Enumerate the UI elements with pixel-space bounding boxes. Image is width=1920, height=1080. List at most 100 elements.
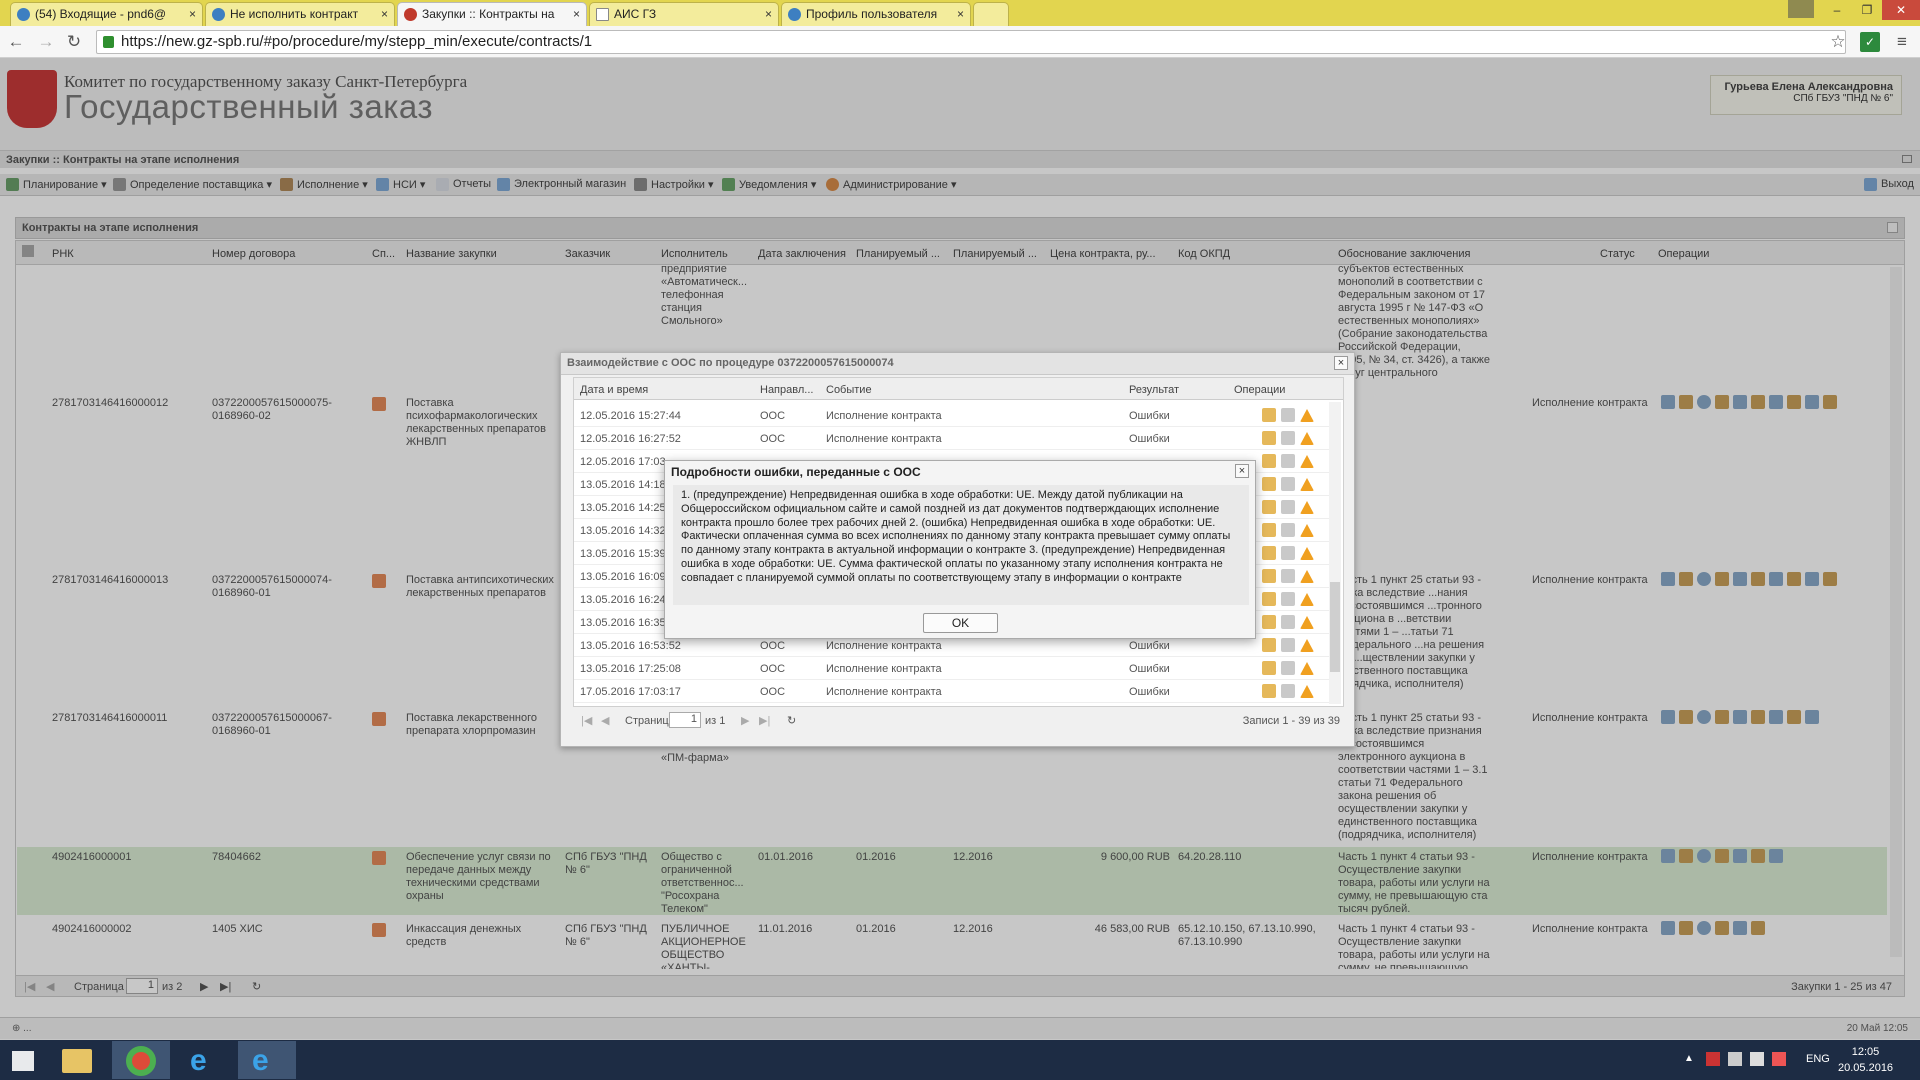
row-operations[interactable] [1262, 477, 1319, 494]
document-icon[interactable] [1281, 546, 1295, 560]
last-page-icon[interactable]: ▶| [759, 714, 770, 727]
flag-icon[interactable] [1706, 1052, 1720, 1066]
warning-icon[interactable] [1300, 478, 1314, 491]
table-row[interactable]: 12.05.2016 15:27:44 ООС Исполнение контрак… [574, 404, 1329, 427]
document-icon[interactable] [1281, 523, 1295, 537]
close-icon[interactable]: × [189, 7, 196, 21]
warning-icon[interactable] [1300, 593, 1314, 606]
ie-app[interactable]: e [176, 1041, 234, 1079]
close-icon[interactable]: × [1334, 356, 1348, 370]
package-icon[interactable] [1262, 523, 1276, 537]
warning-icon[interactable] [1300, 616, 1314, 629]
next-page-icon[interactable]: ▶ [741, 714, 749, 727]
row-operations[interactable] [1262, 569, 1319, 586]
document-icon[interactable] [1281, 684, 1295, 698]
col-operations[interactable]: Операции [1234, 384, 1285, 396]
warning-icon[interactable] [1300, 685, 1314, 698]
row-operations[interactable] [1262, 684, 1319, 701]
browser-tab-active[interactable]: Закупки :: Контракты на × [397, 2, 587, 26]
warning-icon[interactable] [1300, 639, 1314, 652]
row-operations[interactable] [1262, 546, 1319, 563]
signal-icon[interactable] [1750, 1052, 1764, 1066]
first-page-icon[interactable]: |◀ [581, 714, 592, 727]
row-operations[interactable] [1262, 523, 1319, 540]
warning-icon[interactable] [1300, 524, 1314, 537]
package-icon[interactable] [1262, 500, 1276, 514]
ie-app[interactable]: e [238, 1041, 296, 1079]
package-icon[interactable] [1262, 661, 1276, 675]
explorer-app[interactable] [48, 1041, 106, 1079]
col-datetime[interactable]: Дата и время [580, 384, 648, 396]
close-icon[interactable]: × [765, 7, 772, 21]
profile-icon[interactable] [1788, 0, 1814, 18]
close-window-button[interactable]: ✕ [1882, 0, 1920, 20]
warning-icon[interactable] [1300, 432, 1314, 445]
browser-tab[interactable]: Профиль пользователя × [781, 2, 971, 26]
col-result[interactable]: Результат [1129, 384, 1179, 396]
warning-icon[interactable] [1300, 547, 1314, 560]
forward-icon[interactable]: → [36, 32, 56, 52]
close-icon[interactable]: × [1235, 464, 1249, 478]
warning-icon[interactable] [1300, 455, 1314, 468]
package-icon[interactable] [1262, 546, 1276, 560]
package-icon[interactable] [1262, 592, 1276, 606]
ok-button[interactable]: OK [923, 613, 998, 633]
page-input[interactable]: 1 [669, 712, 701, 728]
dialog-scrollbar[interactable] [1329, 402, 1341, 704]
bookmark-star-icon[interactable]: ☆ [1828, 32, 1848, 52]
close-icon[interactable]: × [381, 7, 388, 21]
document-icon[interactable] [1281, 638, 1295, 652]
document-icon[interactable] [1281, 408, 1295, 422]
row-operations[interactable] [1262, 431, 1319, 448]
document-icon[interactable] [1281, 592, 1295, 606]
refresh-icon[interactable]: ↻ [787, 714, 796, 727]
col-direction[interactable]: Направл... [760, 384, 813, 396]
package-icon[interactable] [1262, 431, 1276, 445]
document-icon[interactable] [1281, 661, 1295, 675]
restore-button[interactable]: ❐ [1852, 0, 1882, 20]
extension-icon[interactable]: ✓ [1860, 32, 1880, 52]
reload-icon[interactable]: ↻ [64, 32, 84, 52]
row-operations[interactable] [1262, 615, 1319, 632]
prev-page-icon[interactable]: ◀ [601, 714, 609, 727]
document-icon[interactable] [1281, 500, 1295, 514]
document-icon[interactable] [1281, 454, 1295, 468]
document-icon[interactable] [1281, 615, 1295, 629]
minimize-button[interactable]: – [1822, 0, 1852, 20]
warning-icon[interactable] [1300, 570, 1314, 583]
row-operations[interactable] [1262, 592, 1319, 609]
row-operations[interactable] [1262, 454, 1319, 471]
package-icon[interactable] [1262, 569, 1276, 583]
row-operations[interactable] [1262, 408, 1319, 425]
document-icon[interactable] [1281, 477, 1295, 491]
package-icon[interactable] [1262, 408, 1276, 422]
row-operations[interactable] [1262, 638, 1319, 655]
chrome-app[interactable] [112, 1041, 170, 1079]
language-indicator[interactable]: ENG [1806, 1053, 1830, 1065]
back-icon[interactable]: ← [6, 32, 26, 52]
close-icon[interactable]: × [957, 7, 964, 21]
package-icon[interactable] [1262, 638, 1276, 652]
network-icon[interactable] [1728, 1052, 1742, 1066]
tray-arrow-icon[interactable]: ▲ [1684, 1053, 1694, 1064]
warning-icon[interactable] [1300, 409, 1314, 422]
table-row[interactable]: 13.05.2016 17:25:08 ООС Исполнение контрак… [574, 657, 1329, 680]
browser-tab[interactable]: (54) Входящие - pnd6@ × [10, 2, 203, 26]
browser-tab[interactable]: Не исполнить контракт × [205, 2, 395, 26]
warning-icon[interactable] [1300, 501, 1314, 514]
col-event[interactable]: Событие [826, 384, 872, 396]
document-icon[interactable] [1281, 569, 1295, 583]
new-tab-button[interactable] [973, 2, 1009, 26]
row-operations[interactable] [1262, 500, 1319, 517]
start-button[interactable] [0, 1041, 48, 1079]
document-icon[interactable] [1281, 431, 1295, 445]
volume-icon[interactable] [1772, 1052, 1786, 1066]
scroll-thumb[interactable] [1330, 582, 1340, 672]
package-icon[interactable] [1262, 454, 1276, 468]
warning-icon[interactable] [1300, 662, 1314, 675]
url-field[interactable]: https://new.gz-spb.ru/#po/procedure/my/s… [96, 30, 1846, 54]
menu-icon[interactable]: ≡ [1892, 32, 1912, 52]
table-row[interactable]: 12.05.2016 16:27:52 ООС Исполнение контрак… [574, 427, 1329, 450]
package-icon[interactable] [1262, 615, 1276, 629]
package-icon[interactable] [1262, 684, 1276, 698]
